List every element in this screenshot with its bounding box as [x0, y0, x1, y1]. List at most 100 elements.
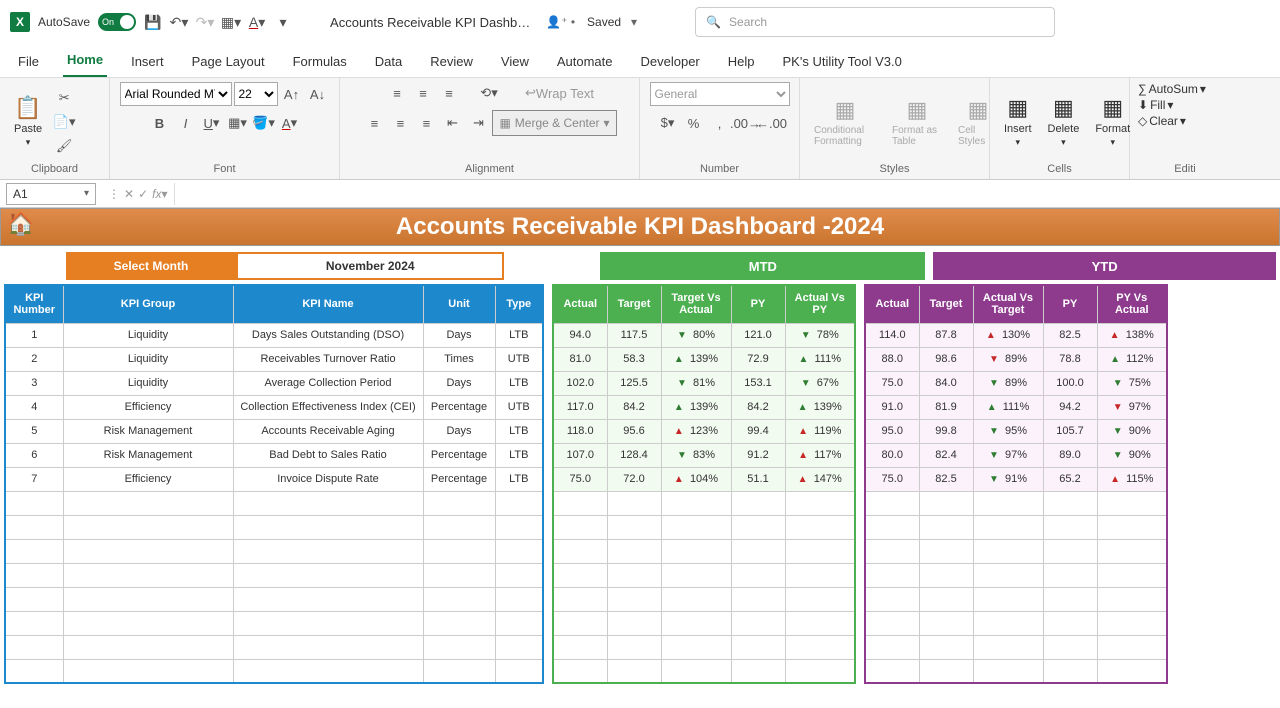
format-painter-icon[interactable]: 🖌: [52, 135, 76, 157]
table-row[interactable]: [865, 491, 1167, 515]
delete-cells-button[interactable]: ▦Delete▾: [1042, 93, 1086, 150]
table-row[interactable]: 6Risk ManagementBad Debt to Sales RatioP…: [5, 443, 543, 467]
table-row[interactable]: [553, 659, 855, 683]
table-row[interactable]: 117.084.2▲ 139%84.2▲ 139%: [553, 395, 855, 419]
currency-icon[interactable]: $▾: [656, 112, 680, 134]
number-format-select[interactable]: General: [650, 82, 790, 106]
table-row[interactable]: [5, 659, 543, 683]
table-row[interactable]: [5, 587, 543, 611]
tab-file[interactable]: File: [14, 48, 43, 77]
table-row[interactable]: 3LiquidityAverage Collection PeriodDaysL…: [5, 371, 543, 395]
table-row[interactable]: [553, 539, 855, 563]
table-row[interactable]: 1LiquidityDays Sales Outstanding (DSO)Da…: [5, 323, 543, 347]
paste-button[interactable]: 📋Paste▾: [8, 93, 48, 150]
table-row[interactable]: 75.084.0▼ 89%100.0▼ 75%: [865, 371, 1167, 395]
table-row[interactable]: 75.082.5▼ 91%65.2▲ 115%: [865, 467, 1167, 491]
decrease-font-icon[interactable]: A↓: [306, 83, 330, 105]
table-row[interactable]: 107.0128.4▼ 83%91.2▲ 117%: [553, 443, 855, 467]
table-row[interactable]: [553, 611, 855, 635]
autosum-button[interactable]: ∑ AutoSum ▾: [1138, 82, 1206, 96]
table-row[interactable]: [865, 563, 1167, 587]
insert-cells-button[interactable]: ▦Insert▾: [998, 93, 1038, 150]
table-row[interactable]: [553, 563, 855, 587]
bold-button[interactable]: B: [148, 112, 172, 134]
home-icon[interactable]: 🏠: [7, 211, 34, 237]
fill-button[interactable]: ⬇ Fill ▾: [1138, 98, 1173, 112]
font-color-qa-icon[interactable]: A▾: [248, 13, 266, 31]
conditional-formatting-button[interactable]: ▦Conditional Formatting: [808, 95, 882, 149]
table-row[interactable]: 118.095.6▲ 123%99.4▲ 119%: [553, 419, 855, 443]
name-box[interactable]: A1▾: [6, 183, 96, 205]
merge-center-button[interactable]: ▦ Merge & Center ▾: [492, 110, 616, 136]
borders-button[interactable]: ▦▾: [226, 112, 250, 134]
increase-decimal-icon[interactable]: .00→: [734, 112, 758, 134]
font-color-button[interactable]: A▾: [278, 112, 302, 134]
grip-icon[interactable]: ⋮: [108, 187, 120, 201]
undo-icon[interactable]: ↶▾: [170, 13, 188, 31]
table-row[interactable]: 81.058.3▲ 139%72.9▲ 111%: [553, 347, 855, 371]
italic-button[interactable]: I: [174, 112, 198, 134]
comma-icon[interactable]: ,: [708, 112, 732, 134]
orientation-icon[interactable]: ⟲▾: [477, 82, 501, 104]
table-row[interactable]: 80.082.4▼ 97%89.0▼ 90%: [865, 443, 1167, 467]
format-as-table-button[interactable]: ▦Format as Table: [886, 95, 948, 149]
table-row[interactable]: 88.098.6▼ 89%78.8▲ 112%: [865, 347, 1167, 371]
font-size-select[interactable]: 22: [234, 82, 278, 106]
align-top-icon[interactable]: ≡: [385, 82, 409, 104]
tab-formulas[interactable]: Formulas: [289, 48, 351, 77]
table-row[interactable]: 7EfficiencyInvoice Dispute RatePercentag…: [5, 467, 543, 491]
table-row[interactable]: [553, 587, 855, 611]
table-row[interactable]: [865, 587, 1167, 611]
search-input[interactable]: 🔍 Search: [695, 7, 1055, 37]
autosave-toggle[interactable]: On: [98, 13, 136, 31]
table-row[interactable]: 95.099.8▼ 95%105.7▼ 90%: [865, 419, 1167, 443]
align-middle-icon[interactable]: ≡: [411, 82, 435, 104]
underline-button[interactable]: U▾: [200, 112, 224, 134]
table-row[interactable]: [5, 515, 543, 539]
table-row[interactable]: [865, 635, 1167, 659]
decrease-decimal-icon[interactable]: ←.00: [760, 112, 784, 134]
align-right-icon[interactable]: ≡: [414, 112, 438, 134]
tab-page-layout[interactable]: Page Layout: [188, 48, 269, 77]
table-row[interactable]: [5, 611, 543, 635]
align-center-icon[interactable]: ≡: [388, 112, 412, 134]
table-row[interactable]: [553, 635, 855, 659]
font-name-select[interactable]: Arial Rounded MT: [120, 82, 232, 106]
tab-home[interactable]: Home: [63, 46, 107, 77]
table-row[interactable]: 91.081.9▲ 111%94.2▼ 97%: [865, 395, 1167, 419]
table-row[interactable]: 75.072.0▲ 104%51.1▲ 147%: [553, 467, 855, 491]
align-bottom-icon[interactable]: ≡: [437, 82, 461, 104]
table-row[interactable]: [553, 515, 855, 539]
save-icon[interactable]: 💾: [144, 13, 162, 31]
fx-icon[interactable]: fx▾: [152, 187, 167, 201]
table-row[interactable]: [5, 491, 543, 515]
tab-help[interactable]: Help: [724, 48, 759, 77]
tab-insert[interactable]: Insert: [127, 48, 168, 77]
clear-button[interactable]: ◇ Clear ▾: [1138, 114, 1186, 128]
table-row[interactable]: [5, 635, 543, 659]
borders-qa-icon[interactable]: ▦▾: [222, 13, 240, 31]
formula-input[interactable]: [174, 183, 1280, 205]
enter-formula-icon[interactable]: ✓: [138, 187, 148, 201]
table-row[interactable]: 5Risk ManagementAccounts Receivable Agin…: [5, 419, 543, 443]
increase-indent-icon[interactable]: ⇥: [466, 112, 490, 134]
share-icon[interactable]: 👤⁺ •: [546, 15, 575, 29]
table-row[interactable]: [865, 659, 1167, 683]
tab-view[interactable]: View: [497, 48, 533, 77]
tab-developer[interactable]: Developer: [637, 48, 704, 77]
redo-icon[interactable]: ↷▾: [196, 13, 214, 31]
select-month-value[interactable]: November 2024: [236, 252, 504, 280]
saved-status[interactable]: Saved: [587, 15, 621, 29]
wrap-text-button[interactable]: ↩ Wrap Text: [525, 82, 594, 104]
tab-review[interactable]: Review: [426, 48, 477, 77]
table-row[interactable]: [5, 563, 543, 587]
table-row[interactable]: [865, 539, 1167, 563]
cancel-formula-icon[interactable]: ✕: [124, 187, 134, 201]
table-row[interactable]: [865, 515, 1167, 539]
percent-icon[interactable]: %: [682, 112, 706, 134]
customize-qa-icon[interactable]: ▾: [274, 13, 292, 31]
tab-data[interactable]: Data: [371, 48, 406, 77]
align-left-icon[interactable]: ≡: [362, 112, 386, 134]
fill-color-button[interactable]: 🪣▾: [252, 112, 276, 134]
table-row[interactable]: [553, 491, 855, 515]
